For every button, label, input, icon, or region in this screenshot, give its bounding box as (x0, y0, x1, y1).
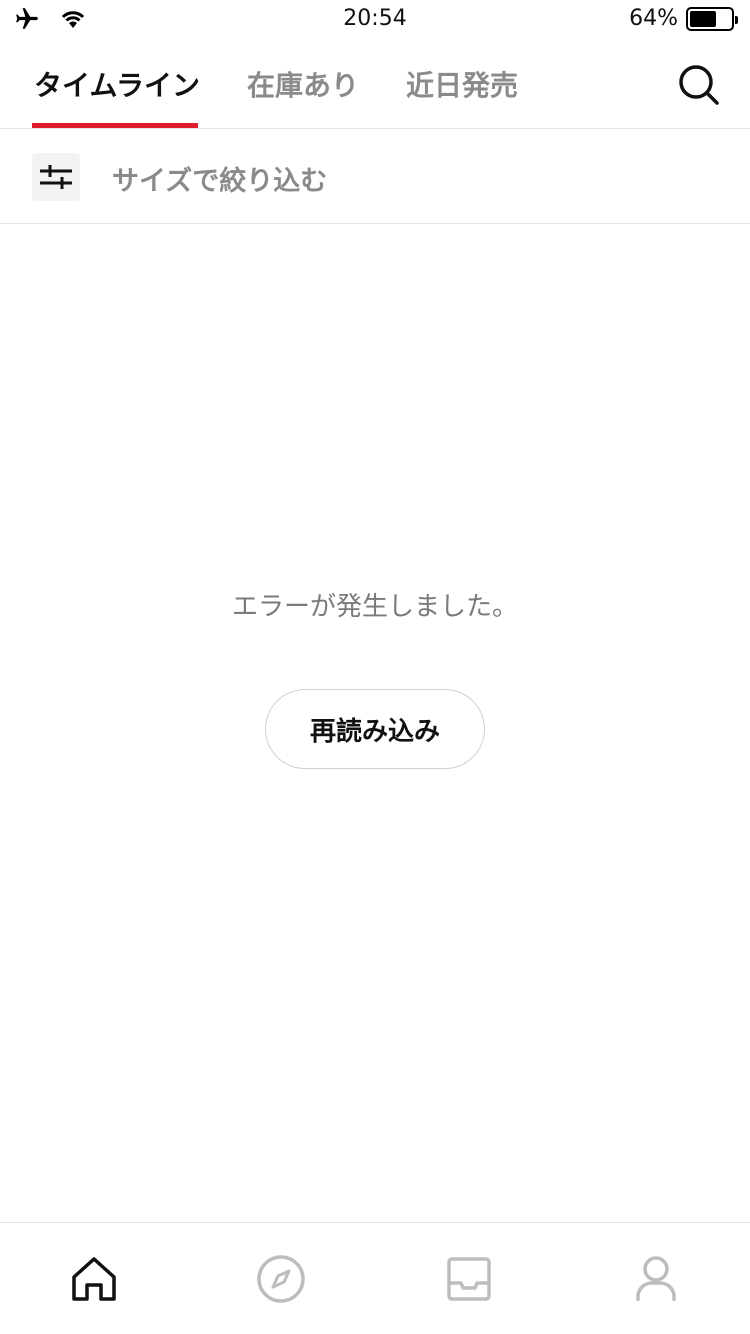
battery-icon (686, 6, 738, 31)
status-right: 64% (629, 6, 738, 31)
error-message: エラーが発生しました。 (231, 592, 518, 622)
battery-tip (735, 15, 738, 24)
battery-level (690, 10, 716, 27)
profile-icon (636, 1256, 676, 1301)
nav-explore[interactable] (255, 1253, 307, 1305)
filter-bar[interactable]: サイズで絞り込む (0, 129, 750, 224)
search-icon (679, 65, 719, 105)
search-button[interactable] (676, 62, 722, 108)
bottom-nav (0, 1222, 750, 1334)
active-tab-underline (32, 123, 198, 128)
status-bar: 20:54 64% (0, 0, 750, 40)
tab-upcoming[interactable]: 近日発売 (406, 64, 518, 104)
inbox-icon (447, 1257, 491, 1301)
tab-timeline[interactable]: タイムライン (34, 64, 200, 104)
filter-label: サイズで絞り込む (112, 166, 328, 197)
nav-profile[interactable] (630, 1253, 682, 1305)
sliders-icon (32, 153, 80, 201)
compass-icon (257, 1255, 305, 1303)
tab-header: タイムライン 在庫あり 近日発売 (0, 40, 750, 129)
nav-home[interactable] (68, 1253, 120, 1305)
nav-inbox[interactable] (443, 1253, 495, 1305)
reload-button[interactable]: 再読み込み (265, 689, 485, 769)
home-icon (72, 1257, 116, 1301)
tab-in-stock[interactable]: 在庫あり (247, 64, 359, 104)
battery-percent: 64% (629, 6, 678, 31)
